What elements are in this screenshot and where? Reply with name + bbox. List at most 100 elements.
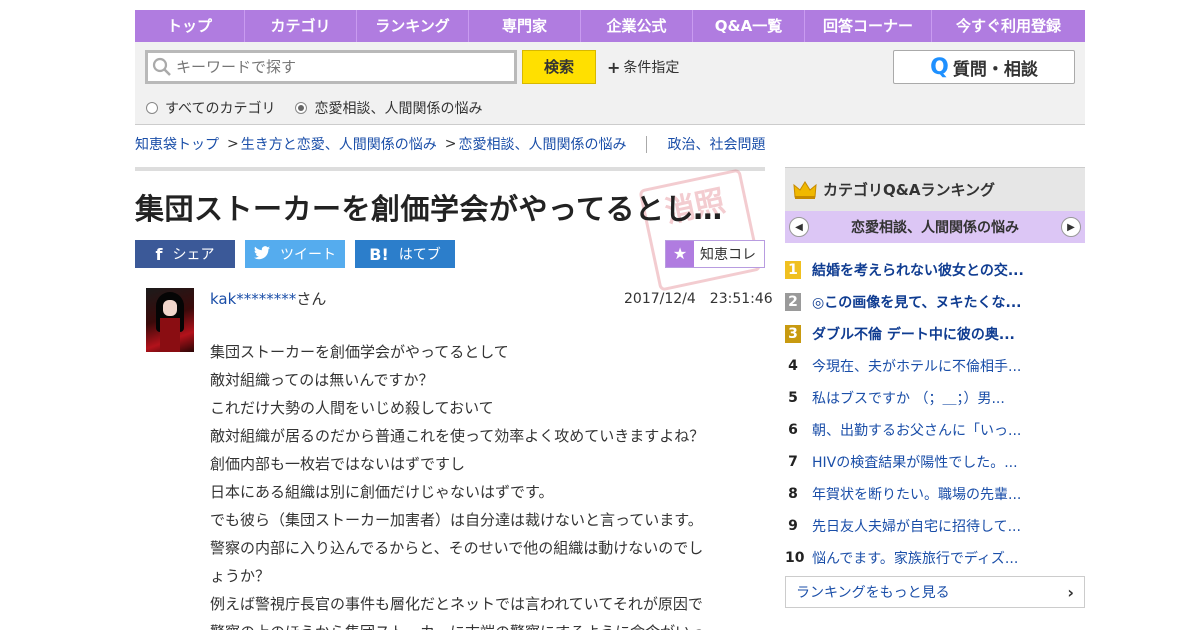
- q-icon: Q: [930, 54, 949, 80]
- body-line: 集団ストーカーを創価学会がやってるとして: [210, 343, 509, 361]
- ranking-heading: カテゴリQ&Aランキング: [823, 181, 995, 199]
- body-line: でも彼ら（集団ストーカー加害者）は自分達は裁けないと言っています。: [210, 511, 703, 529]
- breadcrumb-other-category[interactable]: 政治、社会問題: [667, 134, 765, 154]
- list-item[interactable]: 2 ◎この画像を見て、ヌキたくな...: [785, 286, 1085, 318]
- list-item[interactable]: 10 悩んでます。家族旅行でディズ...: [785, 542, 1085, 574]
- ranking-category-bar: ◀ 恋愛相談、人間関係の悩み ▶: [785, 211, 1085, 243]
- ranking-category-label: 恋愛相談、人間関係の悩み: [851, 220, 1019, 236]
- twitter-share-button[interactable]: ツイート: [245, 240, 345, 268]
- rank-link[interactable]: 悩んでます。家族旅行でディズ...: [812, 548, 1018, 568]
- author: kak********さん: [210, 288, 326, 309]
- category-scope: すべてのカテゴリ 恋愛相談、人間関係の悩み: [146, 98, 502, 118]
- nav-official[interactable]: 企業公式: [581, 10, 693, 42]
- ask-question-label: 質問・相談: [952, 59, 1038, 80]
- facebook-share-button[interactable]: f シェア: [135, 240, 235, 268]
- chevron-left-icon[interactable]: ◀: [789, 217, 809, 237]
- hatena-label: はてブ: [398, 247, 441, 263]
- radio-current-label: 恋愛相談、人間関係の悩み: [314, 101, 483, 117]
- chevron-right-icon[interactable]: ▶: [1061, 217, 1081, 237]
- rank-link[interactable]: 今現在、夫がホテルに不倫相手...: [812, 356, 1021, 376]
- body-line: 敵対組織ってのは無いんですか？: [210, 371, 434, 389]
- search-band: 検索 + 条件指定 Q 質問・相談 すべてのカテゴリ 恋愛相談、人間関係の悩み: [135, 42, 1085, 125]
- avatar-face: [163, 300, 177, 316]
- list-item[interactable]: 3 ダブル不倫 デート中に彼の奥...: [785, 318, 1085, 350]
- question-body: 集団ストーカーを創価学会がやってるとして 敵対組織ってのは無いんですか？ これだ…: [210, 338, 750, 630]
- body-line: ょうか？: [210, 567, 271, 585]
- rank-number: 3: [785, 325, 801, 343]
- radio-button[interactable]: [146, 102, 158, 114]
- ranking-header: カテゴリQ&Aランキング: [785, 167, 1085, 211]
- nav-category[interactable]: カテゴリ: [245, 10, 357, 42]
- rank-link[interactable]: 私はブスですか （；＿；）男...: [812, 388, 1005, 408]
- list-item[interactable]: 5 私はブスですか （；＿；）男...: [785, 382, 1085, 414]
- nav-answer-corner[interactable]: 回答コーナー: [805, 10, 932, 42]
- search-button[interactable]: 検索: [522, 50, 596, 84]
- list-item[interactable]: 7 HIVの検査結果が陽性でした。...: [785, 446, 1085, 478]
- rank-number: 6: [788, 422, 798, 438]
- global-nav: トップ カテゴリ ランキング 専門家 企業公式 Q&A一覧 回答コーナー 今すぐ…: [135, 10, 1085, 42]
- list-item[interactable]: 9 先日友人夫婦が自宅に招待して...: [785, 510, 1085, 542]
- radio-all-categories[interactable]: すべてのカテゴリ: [146, 98, 275, 118]
- nav-top[interactable]: トップ: [135, 10, 245, 42]
- plus-icon: +: [607, 57, 621, 77]
- rank-link[interactable]: HIVの検査結果が陽性でした。...: [812, 452, 1018, 472]
- rank-number: 2: [785, 293, 801, 311]
- author-link[interactable]: kak********: [210, 290, 296, 308]
- avatar[interactable]: [146, 288, 194, 352]
- facebook-icon: f: [155, 244, 163, 264]
- rank-link[interactable]: 年賀状を断りたい。職場の先輩...: [812, 484, 1021, 504]
- breadcrumb: 知恵袋トップ > 生き方と恋愛、人間関係の悩み > 恋愛相談、人間関係の悩み 政…: [135, 134, 765, 154]
- radio-current-category[interactable]: 恋愛相談、人間関係の悩み: [295, 98, 482, 118]
- body-line: これだけ大勢の人間をいじめ殺しておいて: [210, 399, 494, 417]
- body-line: 日本にある組織は別に創価だけじゃないはずです。: [210, 483, 554, 501]
- search-input[interactable]: [176, 58, 496, 76]
- radio-button-selected[interactable]: [295, 102, 308, 114]
- nav-ranking[interactable]: ランキング: [357, 10, 469, 42]
- content-divider: [135, 167, 765, 171]
- twitter-share-label: ツイート: [280, 247, 336, 263]
- hatena-icon: B!: [369, 244, 389, 264]
- search-icon: [152, 57, 172, 77]
- chie-collection-button[interactable]: ★ 知恵コレ: [665, 240, 765, 268]
- rank-number: 4: [788, 358, 798, 374]
- author-suffix: さん: [296, 290, 327, 308]
- facebook-share-label: シェア: [172, 247, 215, 263]
- chevron-right-icon: ›: [1067, 582, 1074, 602]
- list-item[interactable]: 8 年賀状を断りたい。職場の先輩...: [785, 478, 1085, 510]
- rank-link[interactable]: ダブル不倫 デート中に彼の奥...: [812, 324, 1015, 344]
- breadcrumb-top[interactable]: 知恵袋トップ: [135, 134, 219, 154]
- breadcrumb-level2[interactable]: 恋愛相談、人間関係の悩み: [458, 134, 626, 154]
- rank-number: 10: [785, 550, 805, 566]
- more-ranking-label: ランキングをもっと見る: [796, 585, 950, 601]
- breadcrumb-separator: >: [444, 136, 457, 152]
- list-item[interactable]: 1 結婚を考えられない彼女との交...: [785, 254, 1085, 286]
- rank-link[interactable]: 朝、出勤するお父さんに「いっ...: [812, 420, 1021, 440]
- rank-number: 9: [788, 518, 798, 534]
- rank-number: 5: [788, 390, 798, 406]
- twitter-icon: [254, 245, 270, 264]
- rank-link[interactable]: 先日友人夫婦が自宅に招待して...: [812, 516, 1021, 536]
- avatar-dress: [160, 318, 180, 352]
- body-line: 創価内部も一枚岩ではないはずですし: [210, 455, 466, 473]
- conditions-link[interactable]: + 条件指定: [607, 57, 679, 77]
- rank-link[interactable]: 結婚を考えられない彼女との交...: [812, 260, 1024, 280]
- rank-link[interactable]: ◎この画像を見て、ヌキたくな...: [812, 292, 1021, 312]
- nav-experts[interactable]: 専門家: [469, 10, 581, 42]
- list-item[interactable]: 4 今現在、夫がホテルに不倫相手...: [785, 350, 1085, 382]
- conditions-label: 条件指定: [623, 60, 680, 76]
- body-line: 例えば警視庁長官の事件も層化だとネットでは言われていてそれが原因で: [210, 595, 703, 613]
- nav-register[interactable]: 今すぐ利用登録: [932, 10, 1085, 42]
- post-datetime: 2017/12/4 23:51:46: [624, 291, 773, 307]
- search-box: [145, 50, 517, 84]
- ranking-list: 1 結婚を考えられない彼女との交... 2 ◎この画像を見て、ヌキたくな... 3ダ…: [785, 254, 1085, 574]
- ask-question-button[interactable]: Q 質問・相談: [893, 50, 1075, 84]
- more-ranking-link[interactable]: ランキングをもっと見る ›: [785, 576, 1085, 608]
- chie-collection-label: 知恵コレ: [700, 247, 756, 263]
- nav-qa-list[interactable]: Q&A一覧: [693, 10, 805, 42]
- hatena-bookmark-button[interactable]: B! はてブ: [355, 240, 455, 268]
- breadcrumb-divider: [646, 135, 648, 153]
- rank-number: 8: [788, 486, 798, 502]
- breadcrumb-level1[interactable]: 生き方と恋愛、人間関係の悩み: [241, 134, 437, 154]
- ranking-sidebar: カテゴリQ&Aランキング ◀ 恋愛相談、人間関係の悩み ▶ 1 結婚を考えられない…: [785, 167, 1085, 608]
- list-item[interactable]: 6 朝、出勤するお父さんに「いっ...: [785, 414, 1085, 446]
